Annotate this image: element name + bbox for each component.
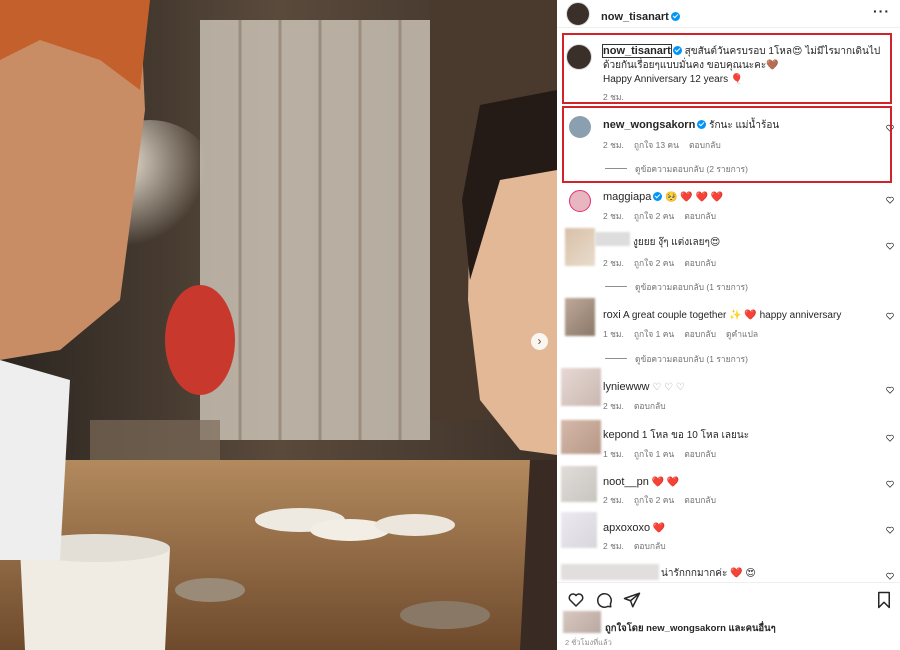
highlight-box-comment xyxy=(562,106,892,183)
heart-icon[interactable] xyxy=(886,434,894,442)
comment-text: 🥺 ❤️ ❤️ ❤️ xyxy=(665,192,724,203)
comment-time: 2 ชม. xyxy=(603,495,624,505)
comment-item: noot__pn ❤️ ❤️ 2 ชม. ถูกใจ 2 คน ตอบกลับ xyxy=(557,466,900,506)
translate-button[interactable]: ดูคำแปล xyxy=(726,329,758,339)
avatar[interactable] xyxy=(561,368,601,406)
comment-time: 2 ชม. xyxy=(603,211,624,221)
comment-icon[interactable] xyxy=(595,591,613,609)
heart-icon[interactable] xyxy=(886,480,894,488)
comment-likes[interactable]: ถูกใจ 2 คน xyxy=(634,258,674,268)
comment-item: งูยยย งุ๊ๆ แต่งเลยๆ😍 2 ชม. ถูกใจ 2 คน ตอบก… xyxy=(557,228,900,292)
view-replies-button[interactable]: ดูข้อความตอบกลับ (1 รายการ) xyxy=(605,352,748,366)
blurred-username xyxy=(595,232,630,246)
comment-username[interactable]: maggiapa xyxy=(603,191,651,203)
comment-item: น่ารักกกมากค่ะ ❤️ 😍 xyxy=(557,562,900,584)
post-time: 2 ชั่วโมงที่แล้ว xyxy=(565,638,612,647)
share-icon[interactable] xyxy=(623,591,641,609)
heart-icon[interactable] xyxy=(886,312,894,320)
comment-username[interactable]: roxi xyxy=(603,309,621,321)
comment-time: 2 ชม. xyxy=(603,258,624,268)
comment-item: roxi A great couple together ✨ ❤️ happy … xyxy=(557,298,900,364)
comment-time: 1 ชม. xyxy=(603,449,624,459)
more-horizontal-icon[interactable]: ··· xyxy=(873,3,890,19)
comment-text: ♡ ♡ ♡ xyxy=(652,382,685,393)
liked-by-avatar xyxy=(563,611,601,633)
avatar[interactable] xyxy=(565,228,595,266)
post-photo: › xyxy=(0,0,557,650)
comment-time: 2 ชม. xyxy=(603,541,624,551)
verified-icon xyxy=(653,192,663,201)
comment-text: A great couple together ✨ ❤️ happy anniv… xyxy=(622,310,842,321)
reply-button[interactable]: ตอบกลับ xyxy=(684,449,716,459)
post-header: now_tisanart ··· xyxy=(557,0,900,28)
avatar[interactable] xyxy=(569,190,591,212)
avatar[interactable] xyxy=(561,466,597,502)
blurred-username xyxy=(561,564,659,580)
comment-item: lyniewww ♡ ♡ ♡ 2 ชม. ตอบกลับ xyxy=(557,368,900,412)
comment-item: apxoxoxo ❤️ 2 ชม. ตอบกลับ xyxy=(557,512,900,552)
heart-icon[interactable] xyxy=(886,386,894,394)
comment-item: maggiapa 🥺 ❤️ ❤️ ❤️ 2 ชม. ถูกใจ 2 คน ตอบกล… xyxy=(557,190,900,224)
comment-likes[interactable]: ถูกใจ 2 คน xyxy=(634,495,674,505)
next-image-button[interactable]: › xyxy=(531,333,548,350)
comment-likes[interactable]: ถูกใจ 1 คน xyxy=(634,329,674,339)
comment-time: 1 ชม. xyxy=(603,329,624,339)
avatar[interactable] xyxy=(566,2,590,26)
comment-username[interactable]: apxoxoxo xyxy=(603,522,650,534)
reply-button[interactable]: ตอบกลับ xyxy=(634,401,666,411)
verified-icon xyxy=(670,12,680,21)
photo-illustration xyxy=(0,0,557,650)
heart-icon[interactable] xyxy=(886,242,894,250)
comment-likes[interactable]: ถูกใจ 1 คน xyxy=(634,449,674,459)
comment-username[interactable]: kepond xyxy=(603,429,639,441)
comment-time: 2 ชม. xyxy=(603,401,624,411)
bookmark-icon[interactable] xyxy=(876,591,892,609)
avatar[interactable] xyxy=(565,298,595,336)
highlight-box-caption xyxy=(562,33,892,104)
heart-icon[interactable] xyxy=(886,572,894,580)
heart-icon[interactable] xyxy=(886,526,894,534)
view-replies-button[interactable]: ดูข้อความตอบกลับ (1 รายการ) xyxy=(605,280,748,294)
reply-button[interactable]: ตอบกลับ xyxy=(684,211,716,221)
header-username[interactable]: now_tisanart xyxy=(601,11,669,23)
comment-item: kepond 1 โหล ขอ 10 โหล เลยนะ 1 ชม. ถูกใจ … xyxy=(557,420,900,460)
comment-username[interactable]: noot__pn xyxy=(603,476,649,488)
reply-button[interactable]: ตอบกลับ xyxy=(684,495,716,505)
comment-text: ❤️ ❤️ xyxy=(651,477,680,488)
comment-text: งูยยย งุ๊ๆ แต่งเลยๆ😍 xyxy=(633,237,721,248)
liked-by-text[interactable]: ถูกใจโดย new_wongsakorn และคนอื่นๆ xyxy=(605,621,776,636)
comment-likes[interactable]: ถูกใจ 2 คน xyxy=(634,211,674,221)
comment-username[interactable]: lyniewww xyxy=(603,381,649,393)
comment-text: ❤️ xyxy=(652,523,666,534)
avatar[interactable] xyxy=(561,420,601,454)
heart-icon[interactable] xyxy=(886,196,894,204)
comment-text: 1 โหล ขอ 10 โหล เลยนะ xyxy=(641,430,750,441)
action-bar: ถูกใจโดย new_wongsakorn และคนอื่นๆ 2 ชั่… xyxy=(557,582,900,650)
comments-panel: now_tisanart ··· now_tisanart สุขสันต์วั… xyxy=(557,0,900,650)
like-icon[interactable] xyxy=(567,591,585,609)
reply-button[interactable]: ตอบกลับ xyxy=(634,541,666,551)
comment-text: น่ารักกกมากค่ะ ❤️ 😍 xyxy=(661,568,756,579)
reply-button[interactable]: ตอบกลับ xyxy=(684,329,716,339)
avatar[interactable] xyxy=(561,512,597,548)
reply-button[interactable]: ตอบกลับ xyxy=(684,258,716,268)
